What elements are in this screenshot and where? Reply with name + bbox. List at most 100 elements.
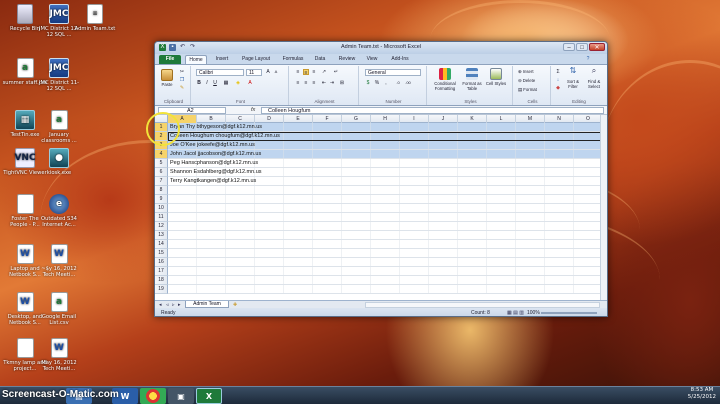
- insert-function-icon[interactable]: fx: [251, 107, 255, 113]
- borders-icon[interactable]: ▦: [223, 80, 229, 86]
- january-classrooms-icon[interactable]: a January classrooms ...: [36, 110, 82, 144]
- tab-view[interactable]: View: [363, 55, 381, 64]
- increase-decimal-icon[interactable]: .0: [395, 80, 401, 86]
- tab-page-layout[interactable]: Page Layout: [239, 55, 273, 64]
- cell-a[interactable]: Colleen Houghum chougfum@dgf.k12.mn.us: [170, 132, 280, 141]
- column-header-l[interactable]: L: [487, 115, 516, 123]
- view-buttons[interactable]: ▦ ▤ ▥: [507, 308, 524, 316]
- cell-styles-button[interactable]: Cell Styles: [485, 68, 507, 86]
- table-row[interactable]: Colleen Houghum chougfum@dgf.k12.mn.us: [168, 132, 607, 141]
- row-header[interactable]: 12: [155, 222, 168, 231]
- row-header[interactable]: 5: [155, 159, 168, 168]
- column-header-b[interactable]: B: [197, 115, 226, 123]
- vertical-scrollbar[interactable]: [600, 115, 607, 300]
- font-size-select[interactable]: 11: [246, 69, 262, 76]
- delete-cells-button[interactable]: ⊖ Delete: [518, 78, 535, 83]
- align-center-icon[interactable]: ≡: [303, 80, 309, 86]
- sheet-tab-admin-team[interactable]: Admin Team: [185, 301, 229, 308]
- tab-home[interactable]: Home: [185, 55, 207, 64]
- orientation-icon[interactable]: ↗: [321, 69, 327, 75]
- column-header-h[interactable]: H: [371, 115, 400, 123]
- align-bottom-icon[interactable]: ≡: [311, 69, 317, 75]
- table-row[interactable]: [168, 249, 607, 258]
- conditional-formatting-button[interactable]: Conditional Formatting: [431, 68, 459, 91]
- table-row[interactable]: [168, 258, 607, 267]
- align-right-icon[interactable]: ≡: [311, 80, 317, 86]
- admin-team-txt-icon[interactable]: ≡ Admin Team.txt: [72, 4, 118, 32]
- table-row[interactable]: [168, 186, 607, 195]
- tab-insert[interactable]: Insert: [211, 55, 233, 64]
- help-icon[interactable]: ?: [583, 55, 593, 64]
- maximize-button[interactable]: □: [576, 43, 588, 51]
- tab-formulas[interactable]: Formulas: [279, 55, 307, 64]
- row-header[interactable]: 6: [155, 168, 168, 177]
- cell-a[interactable]: John Jacol jjacobson@dgf.k12.mn.us: [170, 150, 261, 159]
- select-all-corner[interactable]: [155, 115, 168, 123]
- font-color-icon[interactable]: A: [247, 80, 253, 86]
- clear-icon[interactable]: ◆: [555, 85, 561, 91]
- row-header[interactable]: 2: [155, 132, 168, 141]
- cell-a[interactable]: Peg Hanscphanson@dgf.k12.mn.us: [170, 159, 258, 168]
- column-header-o[interactable]: O: [574, 115, 603, 123]
- row-header[interactable]: 4: [155, 150, 168, 159]
- column-header-f[interactable]: F: [313, 115, 342, 123]
- column-header-d[interactable]: D: [255, 115, 284, 123]
- row-header[interactable]: 7: [155, 177, 168, 186]
- taskbar-excel-icon[interactable]: X: [196, 388, 222, 404]
- excel-window[interactable]: X ▪ ↶ ↷ Admin Team.txt - Microsoft Excel…: [154, 41, 608, 317]
- tab-review[interactable]: Review: [335, 55, 359, 64]
- merge-center-icon[interactable]: ⊞: [339, 80, 345, 86]
- row-header[interactable]: 11: [155, 213, 168, 222]
- column-header-j[interactable]: J: [429, 115, 458, 123]
- comma-style-icon[interactable]: ,: [383, 80, 389, 86]
- number-format-select[interactable]: General: [365, 69, 421, 76]
- paste-button[interactable]: Paste: [159, 69, 175, 87]
- kiosk-exe-icon[interactable]: ● kiosk.exe: [36, 148, 82, 176]
- increase-indent-icon[interactable]: ⇥: [329, 80, 335, 86]
- zoom-level[interactable]: 100%: [527, 308, 540, 316]
- column-header-m[interactable]: M: [516, 115, 545, 123]
- column-header-e[interactable]: E: [284, 115, 313, 123]
- column-header-i[interactable]: I: [400, 115, 429, 123]
- cell-a[interactable]: Joe O'Kee jokeefe@dgf.k12.mn.us: [170, 141, 255, 150]
- row-header[interactable]: 8: [155, 186, 168, 195]
- column-header-g[interactable]: G: [342, 115, 371, 123]
- formula-input[interactable]: Colleen Hougfum: [261, 107, 604, 114]
- format-as-table-button[interactable]: Format as Table: [461, 68, 483, 91]
- cell-a[interactable]: Bryan Thy bthygeson@dgf.k12.mn.us: [170, 123, 262, 132]
- taskbar-chrome-icon[interactable]: [140, 388, 166, 404]
- row-header[interactable]: 19: [155, 285, 168, 294]
- align-top-icon[interactable]: ≡: [295, 69, 301, 75]
- table-row[interactable]: [168, 195, 607, 204]
- row-header[interactable]: 15: [155, 249, 168, 258]
- autosum-icon[interactable]: Σ: [555, 69, 561, 75]
- system-clock[interactable]: 8:53 AM 5/25/2012: [688, 387, 716, 401]
- table-row[interactable]: [168, 213, 607, 222]
- close-button[interactable]: ✕: [589, 43, 605, 51]
- table-row[interactable]: John Jacol jjacobson@dgf.k12.mn.us: [168, 150, 607, 159]
- cut-icon[interactable]: ✂: [179, 69, 185, 75]
- table-row[interactable]: [168, 222, 607, 231]
- table-row[interactable]: [168, 231, 607, 240]
- title-bar[interactable]: X ▪ ↶ ↷ Admin Team.txt - Microsoft Excel…: [155, 42, 607, 54]
- column-header-n[interactable]: N: [545, 115, 574, 123]
- column-header-k[interactable]: K: [458, 115, 487, 123]
- row-header[interactable]: 10: [155, 204, 168, 213]
- table-row[interactable]: Bryan Thy bthygeson@dgf.k12.mn.us: [168, 123, 607, 132]
- decrease-indent-icon[interactable]: ⇤: [321, 80, 327, 86]
- table-row[interactable]: [168, 267, 607, 276]
- copy-icon[interactable]: ❐: [179, 77, 185, 83]
- worksheet-grid[interactable]: ABCDEFGHIJKLMNO Bryan Thy bthygeson@dgf.…: [155, 115, 607, 300]
- cell-a[interactable]: Shannon Esdahlberg@dgf.k12.mn.us: [170, 168, 262, 177]
- minimize-button[interactable]: –: [563, 43, 575, 51]
- insert-cells-button[interactable]: ⊕ Insert: [518, 69, 534, 74]
- row-header[interactable]: 17: [155, 267, 168, 276]
- italic-button[interactable]: I: [204, 80, 210, 86]
- jmc-district-2-icon[interactable]: JMC JMC District 11-12 SQL ...: [36, 58, 82, 92]
- row-header[interactable]: 9: [155, 195, 168, 204]
- fill-icon[interactable]: ↓: [555, 77, 561, 83]
- row-header[interactable]: 18: [155, 276, 168, 285]
- row-header[interactable]: 16: [155, 258, 168, 267]
- grow-font-icon[interactable]: A: [265, 69, 271, 75]
- table-row[interactable]: Peg Hanscphanson@dgf.k12.mn.us: [168, 159, 607, 168]
